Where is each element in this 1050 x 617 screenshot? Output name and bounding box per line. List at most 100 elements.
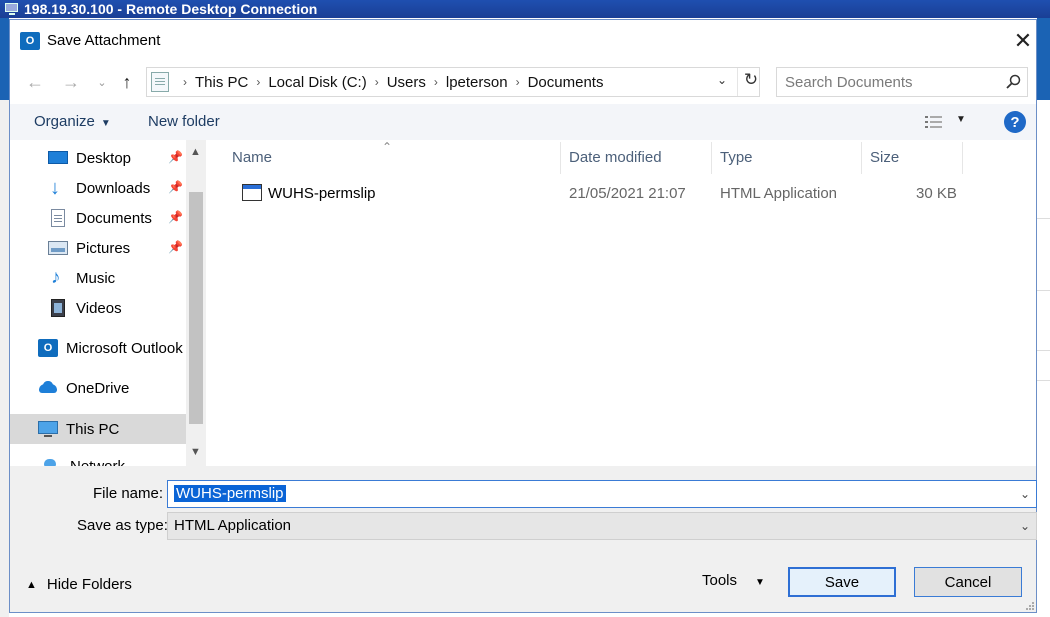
chevron-right-icon[interactable]: › — [434, 75, 438, 89]
hide-folders-label: Hide Folders — [46, 576, 132, 593]
scroll-down-icon[interactable]: ▼ — [190, 446, 201, 458]
pin-icon[interactable]: 📌 — [168, 150, 183, 164]
file-list-pane: ⌃ Name Date modified Type Size WUHS-perm… — [206, 140, 1036, 466]
file-name-cell: WUHS-permslip — [268, 185, 376, 202]
file-size-cell: 30 KB — [916, 185, 957, 202]
navigation-pane-scrollbar[interactable]: ▲ ▼ — [186, 140, 206, 466]
breadcrumb-documents[interactable]: Documents — [528, 74, 604, 91]
breadcrumb-local-disk[interactable]: Local Disk (C:) — [268, 74, 366, 91]
sidebar-item-label: Network — [70, 457, 126, 467]
breadcrumb-user[interactable]: lpeterson — [446, 74, 508, 91]
file-name-field[interactable]: WUHS-permslip ⌄ — [167, 480, 1037, 508]
command-toolbar: Organize ▼ New folder ▼ ? — [10, 104, 1036, 140]
sidebar-item-label: This PC — [66, 420, 120, 438]
download-icon: ↓ — [50, 177, 60, 199]
dialog-title-bar[interactable]: O Save Attachment ✕ — [10, 20, 1036, 62]
sidebar-item-desktop[interactable]: Desktop 📌 — [10, 144, 186, 172]
sidebar-item-label: Microsoft Outlook — [66, 339, 183, 357]
table-row[interactable]: WUHS-permslip 21/05/2021 21:07 HTML Appl… — [230, 182, 970, 206]
documents-icon — [48, 209, 68, 227]
refresh-icon[interactable]: ↻ — [741, 70, 761, 90]
file-name-value[interactable]: WUHS-permslip — [174, 485, 286, 502]
help-icon[interactable]: ? — [1004, 111, 1026, 133]
hide-folders-button[interactable]: ▲ Hide Folders — [26, 576, 132, 593]
pin-icon[interactable]: 📌 — [168, 240, 183, 254]
chevron-right-icon[interactable]: › — [375, 75, 379, 89]
sidebar-item-network[interactable]: Network — [10, 452, 186, 466]
chevron-right-icon[interactable]: › — [256, 75, 260, 89]
sidebar-item-label: Videos — [76, 299, 122, 317]
sidebar-item-label: Downloads — [76, 179, 151, 197]
organize-button[interactable]: Organize ▼ — [34, 113, 111, 130]
html-application-icon — [242, 184, 262, 205]
tools-button[interactable]: Tools ▼ — [702, 572, 765, 589]
navigation-bar: ← → ⌄ ↑ › This PC › Local Disk (C:) › Us… — [10, 62, 1036, 104]
outlook-icon: O — [38, 339, 58, 357]
chevron-right-icon[interactable]: › — [183, 75, 187, 89]
new-folder-button[interactable]: New folder — [148, 113, 220, 130]
file-date-cell: 21/05/2021 21:07 — [569, 185, 686, 202]
column-divider[interactable] — [711, 142, 712, 174]
save-type-label: Save as type: — [77, 517, 168, 534]
sidebar-item-this-pc[interactable]: This PC — [10, 414, 186, 444]
sidebar-item-pictures[interactable]: Pictures 📌 — [10, 234, 186, 262]
column-header-type[interactable]: Type — [720, 149, 753, 166]
sidebar-item-downloads[interactable]: ↓ Downloads 📌 — [10, 174, 186, 202]
close-button[interactable]: ✕ — [1008, 26, 1038, 56]
location-icon — [151, 72, 169, 92]
pin-icon[interactable]: 📌 — [168, 180, 183, 194]
save-button[interactable]: Save — [788, 567, 896, 597]
column-divider[interactable] — [560, 142, 561, 174]
scroll-up-icon[interactable]: ▲ — [190, 146, 201, 158]
network-icon — [42, 457, 62, 466]
breadcrumb-this-pc[interactable]: This PC — [195, 74, 248, 91]
computer-icon — [38, 420, 58, 438]
back-arrow-icon[interactable]: ← — [24, 70, 46, 94]
column-header-date[interactable]: Date modified — [569, 149, 662, 166]
address-bar[interactable]: › This PC › Local Disk (C:) › Users › lp… — [146, 67, 760, 97]
sidebar-item-onedrive[interactable]: OneDrive — [10, 374, 186, 402]
organize-label: Organize — [34, 113, 95, 130]
rdp-title-bar[interactable]: 198.19.30.100 - Remote Desktop Connectio… — [0, 0, 1050, 18]
search-icon[interactable] — [1005, 74, 1021, 90]
view-dropdown-arrow-icon: ▼ — [956, 114, 966, 125]
chevron-right-icon[interactable]: › — [516, 75, 520, 89]
chevron-down-icon[interactable]: ⌄ — [1020, 487, 1030, 501]
cancel-button[interactable]: Cancel — [914, 567, 1022, 597]
sidebar-item-outlook[interactable]: O Microsoft Outlook — [10, 334, 200, 362]
outlook-app-icon: O — [20, 32, 40, 50]
dialog-title: Save Attachment — [47, 32, 161, 49]
breadcrumb-users[interactable]: Users — [387, 74, 426, 91]
resize-grip-icon[interactable] — [1024, 600, 1034, 610]
videos-icon — [48, 299, 68, 317]
save-as-type-select[interactable]: HTML Application ⌄ — [167, 512, 1037, 540]
column-divider[interactable] — [962, 142, 963, 174]
save-form-area: File name: WUHS-permslip ⌄ Save as type:… — [10, 466, 1037, 612]
column-header-name[interactable]: Name — [232, 149, 272, 166]
sidebar-item-label: Documents — [76, 209, 152, 227]
sidebar-item-documents[interactable]: Documents 📌 — [10, 204, 186, 232]
search-box[interactable] — [776, 67, 1028, 97]
sidebar-item-music[interactable]: ♪ Music — [10, 264, 186, 292]
rdp-title: 198.19.30.100 - Remote Desktop Connectio… — [24, 1, 318, 17]
dropdown-arrow-icon: ▼ — [100, 118, 111, 129]
details-view-icon — [925, 116, 942, 128]
search-input[interactable] — [785, 72, 995, 92]
recent-locations-chevron-icon[interactable]: ⌄ — [96, 70, 108, 94]
pictures-icon — [48, 239, 68, 257]
change-view-button[interactable]: ▼ — [924, 112, 968, 132]
sort-ascending-icon: ⌃ — [382, 140, 393, 154]
forward-arrow-icon[interactable]: → — [60, 70, 82, 94]
sidebar-item-label: OneDrive — [66, 379, 130, 397]
file-type-cell: HTML Application — [720, 185, 837, 202]
scrollbar-thumb[interactable] — [189, 192, 203, 424]
chevron-down-icon[interactable]: ⌄ — [1020, 519, 1030, 533]
sidebar-item-videos[interactable]: Videos — [10, 294, 186, 322]
desktop-icon — [48, 149, 68, 167]
tools-label: Tools — [702, 572, 738, 589]
up-arrow-icon[interactable]: ↑ — [116, 70, 138, 94]
column-header-size[interactable]: Size — [870, 149, 899, 166]
address-dropdown-icon[interactable]: ⌄ — [717, 73, 727, 87]
column-divider[interactable] — [861, 142, 862, 174]
pin-icon[interactable]: 📌 — [168, 210, 183, 224]
